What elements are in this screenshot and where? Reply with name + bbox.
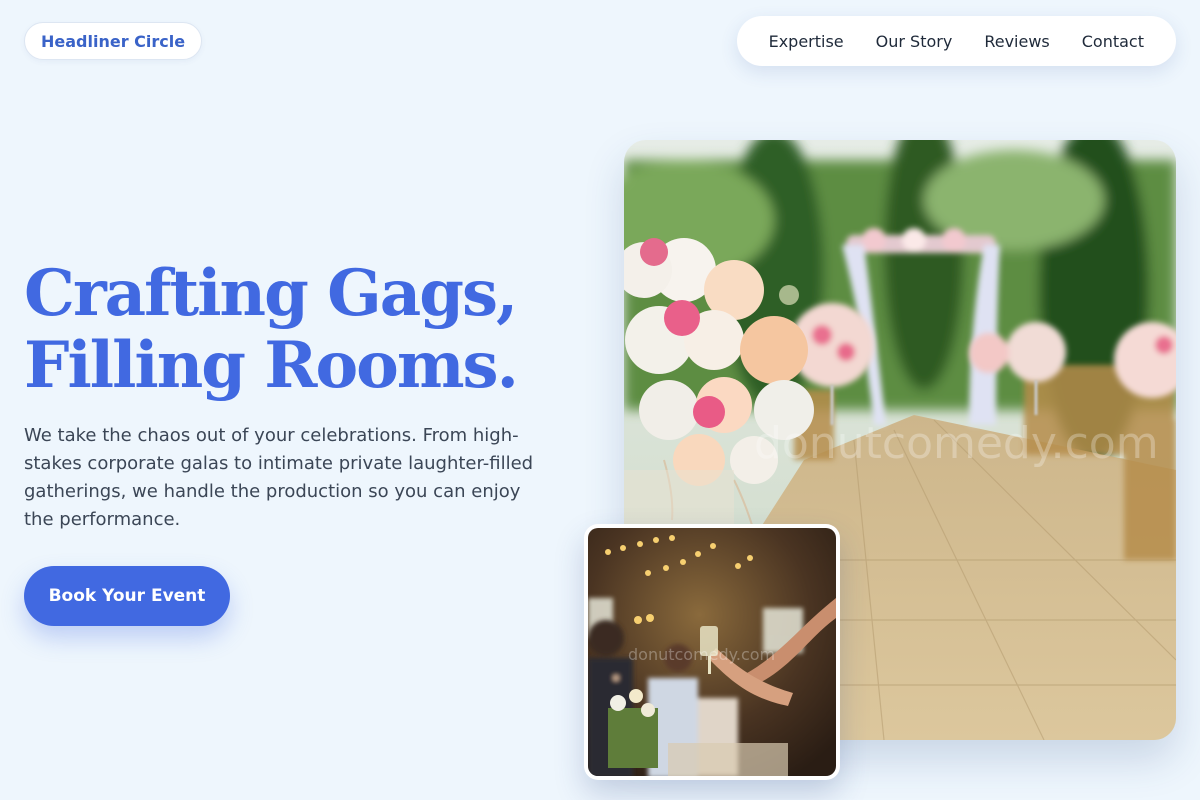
hero-title-line-1: Crafting Gags, [24,256,518,331]
nav-item-our-story[interactable]: Our Story [876,32,953,51]
hero-title: Crafting Gags, Filling Rooms. [24,256,519,403]
brand-logo[interactable]: Headliner Circle [24,22,203,60]
nav-item-contact[interactable]: Contact [1082,32,1144,51]
celebration-toast-photo: donutcomedy.com [584,524,840,780]
landing-page: Headliner Circle Expertise Our Story Rev… [0,0,1200,800]
image-watermark: donutcomedy.com [754,418,1159,469]
hero-description: We take the chaos out of your celebratio… [24,425,534,530]
image-watermark-small: donutcomedy.com [628,645,775,664]
nav-item-reviews[interactable]: Reviews [984,32,1049,51]
book-event-button[interactable]: Book Your Event [24,566,230,626]
main-nav: Expertise Our Story Reviews Contact [736,16,1176,66]
nav-item-expertise[interactable]: Expertise [769,32,844,51]
hero-title-line-2: Filling Rooms. [24,328,519,403]
